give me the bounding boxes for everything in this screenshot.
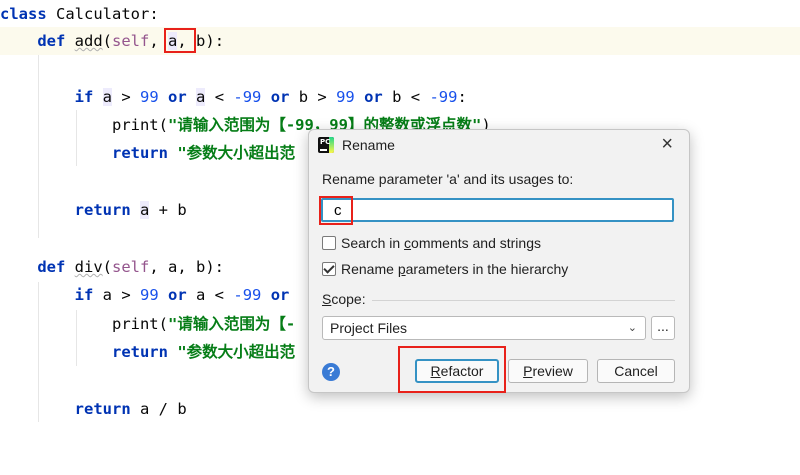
- dialog-title: Rename: [342, 137, 395, 153]
- function-name: add: [74, 32, 103, 50]
- highlight-box-input: [319, 196, 353, 225]
- search-comments-label: Search in comments and strings: [341, 235, 541, 251]
- search-comments-checkbox[interactable]: [322, 236, 336, 250]
- scope-browse-button[interactable]: ...: [651, 316, 675, 340]
- scope-select-value: Project Files: [330, 320, 408, 336]
- chevron-down-icon: ⌄: [627, 322, 637, 334]
- rename-prompt-label: Rename parameter 'a' and its usages to:: [322, 171, 574, 187]
- code-line-current: def add(self, a, b):: [0, 27, 800, 55]
- scope-label: Scope:: [322, 291, 366, 307]
- highlight-box-refactor: [398, 346, 506, 393]
- rename-hierarchy-checkbox[interactable]: [322, 262, 336, 276]
- help-icon[interactable]: ?: [322, 363, 340, 381]
- cancel-button[interactable]: Cancel: [597, 359, 675, 383]
- pycharm-app-icon: PC: [318, 137, 334, 153]
- dialog-title-bar[interactable]: PC Rename ×: [309, 130, 689, 160]
- code-line: class Calculator:: [0, 5, 159, 23]
- rename-hierarchy-label: Rename parameters in the hierarchy: [341, 261, 569, 277]
- preview-button[interactable]: Preview: [508, 359, 588, 383]
- rename-dialog: PC Rename × Rename parameter 'a' and its…: [308, 129, 690, 393]
- code-line: return a / b: [74, 400, 187, 418]
- scope-separator: [372, 300, 675, 301]
- code-line: if a > 99 or a < -99 or b > 99 or b < -9…: [74, 88, 467, 106]
- new-name-input[interactable]: [321, 198, 674, 222]
- scope-select[interactable]: Project Files ⌄: [322, 316, 646, 340]
- close-icon[interactable]: ×: [661, 133, 673, 156]
- highlight-box-param: [164, 28, 196, 53]
